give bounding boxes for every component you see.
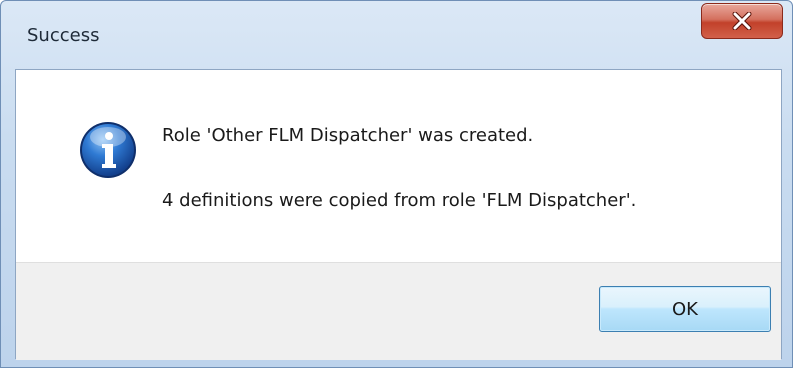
message-text-line1: Role 'Other FLM Dispatcher' was created. xyxy=(162,125,534,146)
info-icon xyxy=(80,122,136,178)
window-title: Success xyxy=(27,25,100,46)
message-text-line2: 4 definitions were copied from role 'FLM… xyxy=(162,190,637,211)
ok-button[interactable]: OK xyxy=(599,286,771,332)
close-icon xyxy=(732,12,752,30)
dialog-body: Role 'Other FLM Dispatcher' was created.… xyxy=(15,69,782,360)
close-button[interactable] xyxy=(701,3,783,39)
button-bar: OK xyxy=(16,262,781,360)
title-bar[interactable]: Success xyxy=(1,1,792,69)
dialog-window: Success Role 'Other FLM Dispatcher' was … xyxy=(0,0,793,368)
message-area: Role 'Other FLM Dispatcher' was created.… xyxy=(16,70,781,262)
